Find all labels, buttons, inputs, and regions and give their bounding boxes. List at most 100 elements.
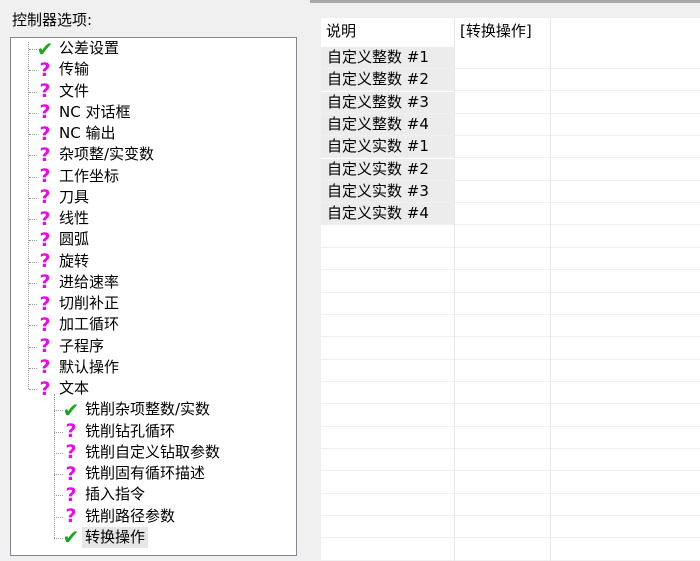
question-icon: ? [39,271,51,294]
grid-row-divider [321,358,700,360]
tree-item-label: 杂项整/实变数 [59,145,155,164]
grid-row-divider [321,537,700,539]
tree-item[interactable]: ? 旋转 [34,250,90,272]
tree-subitem[interactable]: ? 铣削钻孔循环 [60,420,176,442]
question-icon: ? [39,101,51,124]
grid-cell-description: 自定义整数 #3 [321,91,454,113]
tree-item[interactable]: ? NC 输出 [34,123,116,145]
tree-guide-line [28,42,29,389]
grid-cell-description: 自定义实数 #2 [321,158,454,180]
tree-subitem[interactable]: ? 铣削路径参数 [60,505,176,527]
tree-item[interactable]: ? 杂项整/实变数 [34,143,155,166]
tree-item-label: 工作坐标 [59,166,120,185]
grid-row-divider [321,269,700,271]
grid-row[interactable]: 自定义实数 #4 [321,203,700,225]
tree-item[interactable]: ? 线性 [34,207,90,230]
question-icon: ? [39,292,51,315]
grid-row-divider [321,515,700,516]
question-icon: ? [39,165,51,187]
question-icon: ? [65,420,77,442]
question-icon: ? [65,483,77,506]
grid-row[interactable]: 自定义整数 #3 [321,91,700,114]
grid-cell-description: 自定义实数 #4 [321,203,454,225]
tree-item-label: 文件 [59,81,90,100]
tree-subitem[interactable]: ? 铣削固有循环描述 [60,463,206,485]
tree-subitem[interactable]: ✔ 铣削杂项整数/实数 [60,397,211,422]
question-icon: ? [65,441,77,464]
controller-options-label: 控制器选项: [12,11,93,29]
grid-header-description[interactable]: 说明 [321,18,454,45]
question-icon: ? [39,228,51,251]
top-divider [310,0,700,3]
grid-row-divider [321,336,700,338]
grid-row-divider [321,291,700,293]
grid-row[interactable]: 自定义实数 #3 [321,181,700,203]
grid-header-value[interactable]: [转换操作] [455,18,550,45]
tree-item[interactable]: ? 文件 [34,80,90,102]
tree-item[interactable]: ? 加工循环 [34,313,120,336]
grid-row[interactable]: 自定义整数 #4 [321,114,700,136]
tree-item-label: NC 对话框 [59,102,131,121]
check-icon: ✔ [36,37,54,61]
grid-cell-description: 自定义整数 #2 [321,69,454,91]
tree-item[interactable]: ? 圆弧 [34,228,90,251]
grid-row-divider [321,447,700,449]
tree-item[interactable]: ? NC 对话框 [34,101,131,124]
grid-row-divider [321,492,700,494]
tree-item[interactable]: ? 刀具 [34,186,90,209]
question-icon: ? [39,250,51,272]
tree-item[interactable]: ? 传输 [34,58,89,81]
grid-row[interactable]: 自定义整数 #2 [321,69,700,91]
tree-item-label: 铣削路径参数 [85,506,176,525]
grid-header-empty[interactable] [551,18,700,45]
controller-options-tree[interactable]: ✔ 公差设置? 传输? 文件? NC 对话框? NC 输出? 杂项整/实变数? 工作坐标? 刀具… [10,37,297,556]
question-icon: ? [39,186,51,209]
grid-row[interactable]: 自定义实数 #2 [321,158,700,181]
check-icon: ✔ [62,397,80,422]
question-icon: ? [39,313,51,336]
tree-item[interactable]: ✔ 公差设置 [34,37,119,61]
tree-item-label: 加工循环 [59,315,120,334]
tree-item-label: 默认操作 [59,357,120,376]
tree-item-label: 子程序 [59,336,105,355]
tree-item[interactable]: ? 工作坐标 [34,165,120,187]
grid-row-divider [321,380,700,382]
grid-cell-description: 自定义实数 #1 [321,136,454,158]
tree-item[interactable]: ? 切削补正 [34,292,120,315]
tree-subitem[interactable]: ? 铣削自定义钻取参数 [60,441,220,464]
tree-item-label: 铣削杂项整数/实数 [85,400,211,419]
grid-row-divider [321,425,700,427]
question-icon: ? [39,143,51,166]
tree-item-label: NC 输出 [59,124,116,142]
grid-cell-description: 自定义整数 #1 [321,47,454,68]
grid-row[interactable]: 自定义整数 #1 [321,47,700,69]
tree-item-label: 刀具 [59,187,90,206]
tree-item-label: 插入指令 [85,485,146,504]
tree-item[interactable]: ? 进给速率 [34,271,119,294]
tree-subitem[interactable]: ? 插入指令 [60,483,146,506]
grid-column-divider [454,18,455,561]
grid-row-divider [321,403,700,405]
tree-item-label: 转换操作 [82,526,149,548]
question-icon: ? [39,58,51,81]
question-icon: ? [39,377,51,400]
grid-row-divider [321,470,700,472]
tree-item-label: 旋转 [59,251,90,270]
tree-item-label: 铣削钻孔循环 [85,421,176,440]
tree-subitem[interactable]: ✔ 转换操作 [60,525,149,549]
question-icon: ? [65,505,77,527]
tree-item[interactable]: ? 文本 [34,377,89,400]
question-icon: ? [39,207,51,230]
parameter-grid[interactable]: 说明 [转换操作] 自定义整数 #1 自定义整数 #2 自定义整数 #3 自定义整数 … [321,18,700,561]
tree-item[interactable]: ? 默认操作 [34,356,120,378]
question-icon: ? [39,80,51,102]
grid-row[interactable]: 自定义实数 #1 [321,136,700,158]
question-icon: ? [39,335,51,357]
tree-item-label: 切削补正 [59,294,120,312]
grid-column-divider [550,18,551,561]
tree-item-label: 铣削固有循环描述 [85,464,206,482]
tree-item-label: 圆弧 [59,230,90,249]
grid-cell-description: 自定义整数 #4 [321,114,454,136]
tree-item-label: 线性 [59,209,90,227]
tree-item[interactable]: ? 子程序 [34,335,105,357]
